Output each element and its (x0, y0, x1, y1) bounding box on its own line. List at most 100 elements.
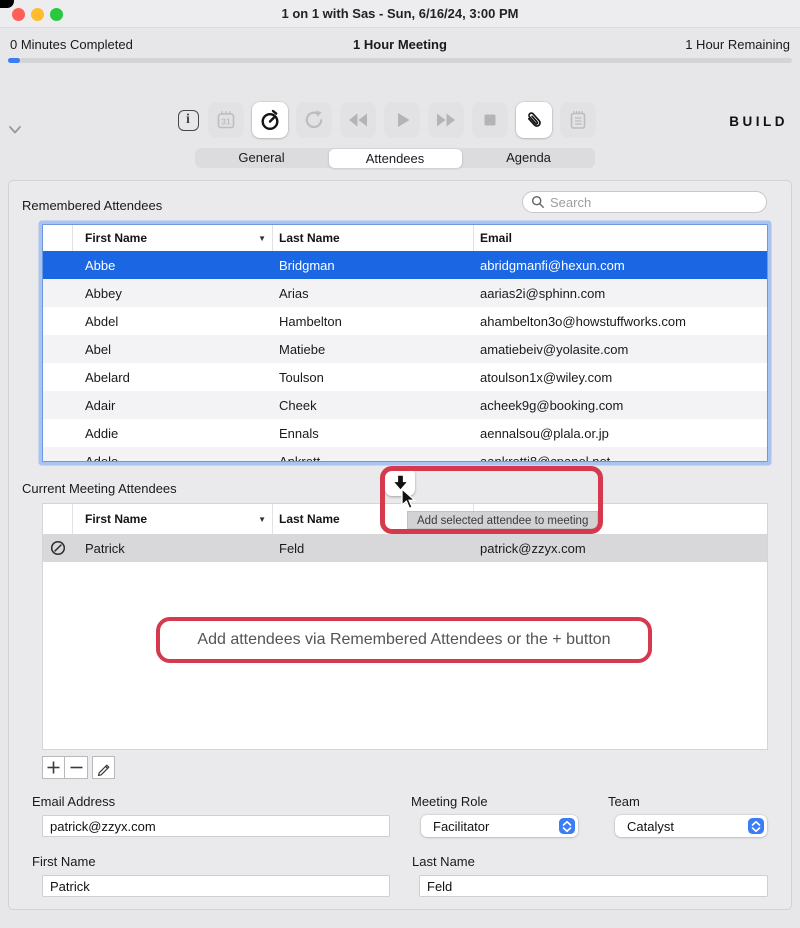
email-address-label: Email Address (32, 794, 115, 809)
cell-email: amatiebeiv@yolasite.com (474, 342, 767, 357)
cell-icon (43, 363, 73, 391)
cell-email: acheek9g@booking.com (474, 398, 767, 413)
header-icon-column[interactable] (43, 504, 73, 534)
tab-attendees[interactable]: Attendees (329, 149, 462, 168)
cell-first-name: Abbe (73, 258, 273, 273)
cell-last-name: Hambelton (273, 314, 474, 329)
cell-email: atoulson1x@wiley.com (474, 370, 767, 385)
first-name-field[interactable] (43, 876, 389, 896)
header-icon-column[interactable] (43, 225, 73, 251)
add-attendee-button[interactable] (42, 756, 65, 779)
cell-last-name: Cheek (273, 398, 474, 413)
svg-text:31: 31 (221, 116, 231, 126)
cell-last-name: Ankrett (273, 454, 474, 463)
current-table-body: PatrickFeldpatrick@zzyx.com (43, 534, 767, 562)
search-icon (531, 195, 545, 209)
table-row[interactable]: AbelMatiebeamatiebeiv@yolasite.com (43, 335, 767, 363)
down-arrow-icon (391, 473, 410, 492)
calendar-31-icon: 31 (214, 108, 238, 132)
cell-email: aarias2i@sphinn.com (474, 286, 767, 301)
minus-icon (69, 760, 84, 775)
current-attendees-title: Current Meeting Attendees (22, 481, 177, 496)
timer-icon (258, 108, 282, 132)
tab-agenda[interactable]: Agenda (462, 148, 595, 168)
last-name-field-wrap (419, 875, 768, 897)
last-name-field[interactable] (420, 876, 767, 896)
tab-bar: General Attendees Agenda (195, 148, 595, 168)
email-field-wrap (42, 815, 390, 837)
window-title: 1 on 1 with Sas - Sun, 6/16/24, 3:00 PM (0, 0, 800, 28)
table-row[interactable]: AbdelHambeltonahambelton3o@howstuffworks… (43, 307, 767, 335)
team-select[interactable]: Catalyst (615, 815, 767, 837)
cell-email: aankretti8@cpanel.net (474, 454, 767, 463)
table-row[interactable]: AbbeyAriasaarias2i@sphinn.com (43, 279, 767, 307)
collapse-chevron-icon[interactable] (8, 123, 22, 141)
play-icon (390, 108, 414, 132)
header-email[interactable]: Email (474, 225, 767, 251)
table-row[interactable]: AddieEnnalsaennalsou@plala.or.jp (43, 419, 767, 447)
last-name-label: Last Name (412, 854, 475, 869)
popup-chevrons-icon (559, 818, 575, 834)
stop-button[interactable] (472, 102, 508, 138)
restart-button[interactable] (296, 102, 332, 138)
header-first-name[interactable]: First Name ▼ (73, 504, 273, 534)
header-first-name[interactable]: First Name ▼ (73, 225, 273, 251)
cell-first-name: Addie (73, 426, 273, 441)
tab-general[interactable]: General (195, 148, 328, 168)
search-input[interactable] (550, 195, 750, 210)
notes-clipboard-icon (566, 108, 590, 132)
cell-icon (43, 391, 73, 419)
table-header: First Name ▼ Last Name Email (43, 225, 767, 251)
attachments-button[interactable] (516, 102, 552, 138)
sort-descending-icon: ▼ (258, 515, 266, 524)
empty-state-message: Add attendees via Remembered Attendees o… (156, 617, 652, 663)
rewind-button[interactable] (340, 102, 376, 138)
cell-last-name: Ennals (273, 426, 474, 441)
play-button[interactable] (384, 102, 420, 138)
table-row[interactable]: AbbeBridgmanabridgmanfi@hexun.com (43, 251, 767, 279)
search-field[interactable] (522, 191, 767, 213)
time-remaining-label: 1 Hour Remaining (685, 37, 790, 52)
table-row[interactable]: AdeleAnkrettaankretti8@cpanel.net (43, 447, 767, 462)
rewind-icon (346, 108, 370, 132)
cell-last-name: Feld (273, 541, 474, 556)
cell-icon (43, 251, 73, 279)
first-name-label: First Name (32, 854, 96, 869)
fast-forward-button[interactable] (428, 102, 464, 138)
cell-icon (43, 307, 73, 335)
remove-attendee-button[interactable] (65, 756, 88, 779)
paperclip-icon (522, 108, 546, 132)
meeting-role-select[interactable]: Facilitator (421, 815, 578, 837)
cell-last-name: Bridgman (273, 258, 474, 273)
remembered-table-body: AbbeBridgmanabridgmanfi@hexun.comAbbeyAr… (43, 251, 767, 462)
notes-button[interactable] (560, 102, 596, 138)
progress-fill (8, 58, 20, 63)
cell-first-name: Abel (73, 342, 273, 357)
app-window: { "window": { "title": "1 on 1 with Sas … (0, 0, 800, 928)
table-row[interactable]: AbelardToulsonatoulson1x@wiley.com (43, 363, 767, 391)
meeting-role-label: Meeting Role (411, 794, 488, 809)
cell-email: ahambelton3o@howstuffworks.com (474, 314, 767, 329)
timer-button[interactable] (252, 102, 288, 138)
cell-first-name: Adair (73, 398, 273, 413)
table-row[interactable]: PatrickFeldpatrick@zzyx.com (43, 534, 767, 562)
table-header: First Name ▼ Last Name Email (43, 504, 767, 534)
table-row[interactable]: AdairCheekacheek9g@booking.com (43, 391, 767, 419)
email-field[interactable] (43, 816, 389, 836)
title-bar: 1 on 1 with Sas - Sun, 6/16/24, 3:00 PM (0, 0, 800, 28)
pencil-icon (96, 760, 112, 776)
header-last-name[interactable]: Last Name (273, 225, 474, 251)
cell-last-name: Toulson (273, 370, 474, 385)
first-name-field-wrap (42, 875, 390, 897)
calendar-button[interactable]: 31 (208, 102, 244, 138)
add-selected-attendee-button[interactable] (385, 468, 415, 496)
cell-last-name: Arias (273, 286, 474, 301)
meeting-role-value: Facilitator (433, 819, 489, 834)
team-label: Team (608, 794, 640, 809)
fast-forward-icon (434, 108, 458, 132)
plus-icon (46, 760, 61, 775)
edit-attendee-button[interactable] (92, 756, 115, 779)
info-button[interactable]: i (176, 102, 200, 138)
cell-email: aennalsou@plala.or.jp (474, 426, 767, 441)
meeting-progress-bar (8, 58, 792, 63)
